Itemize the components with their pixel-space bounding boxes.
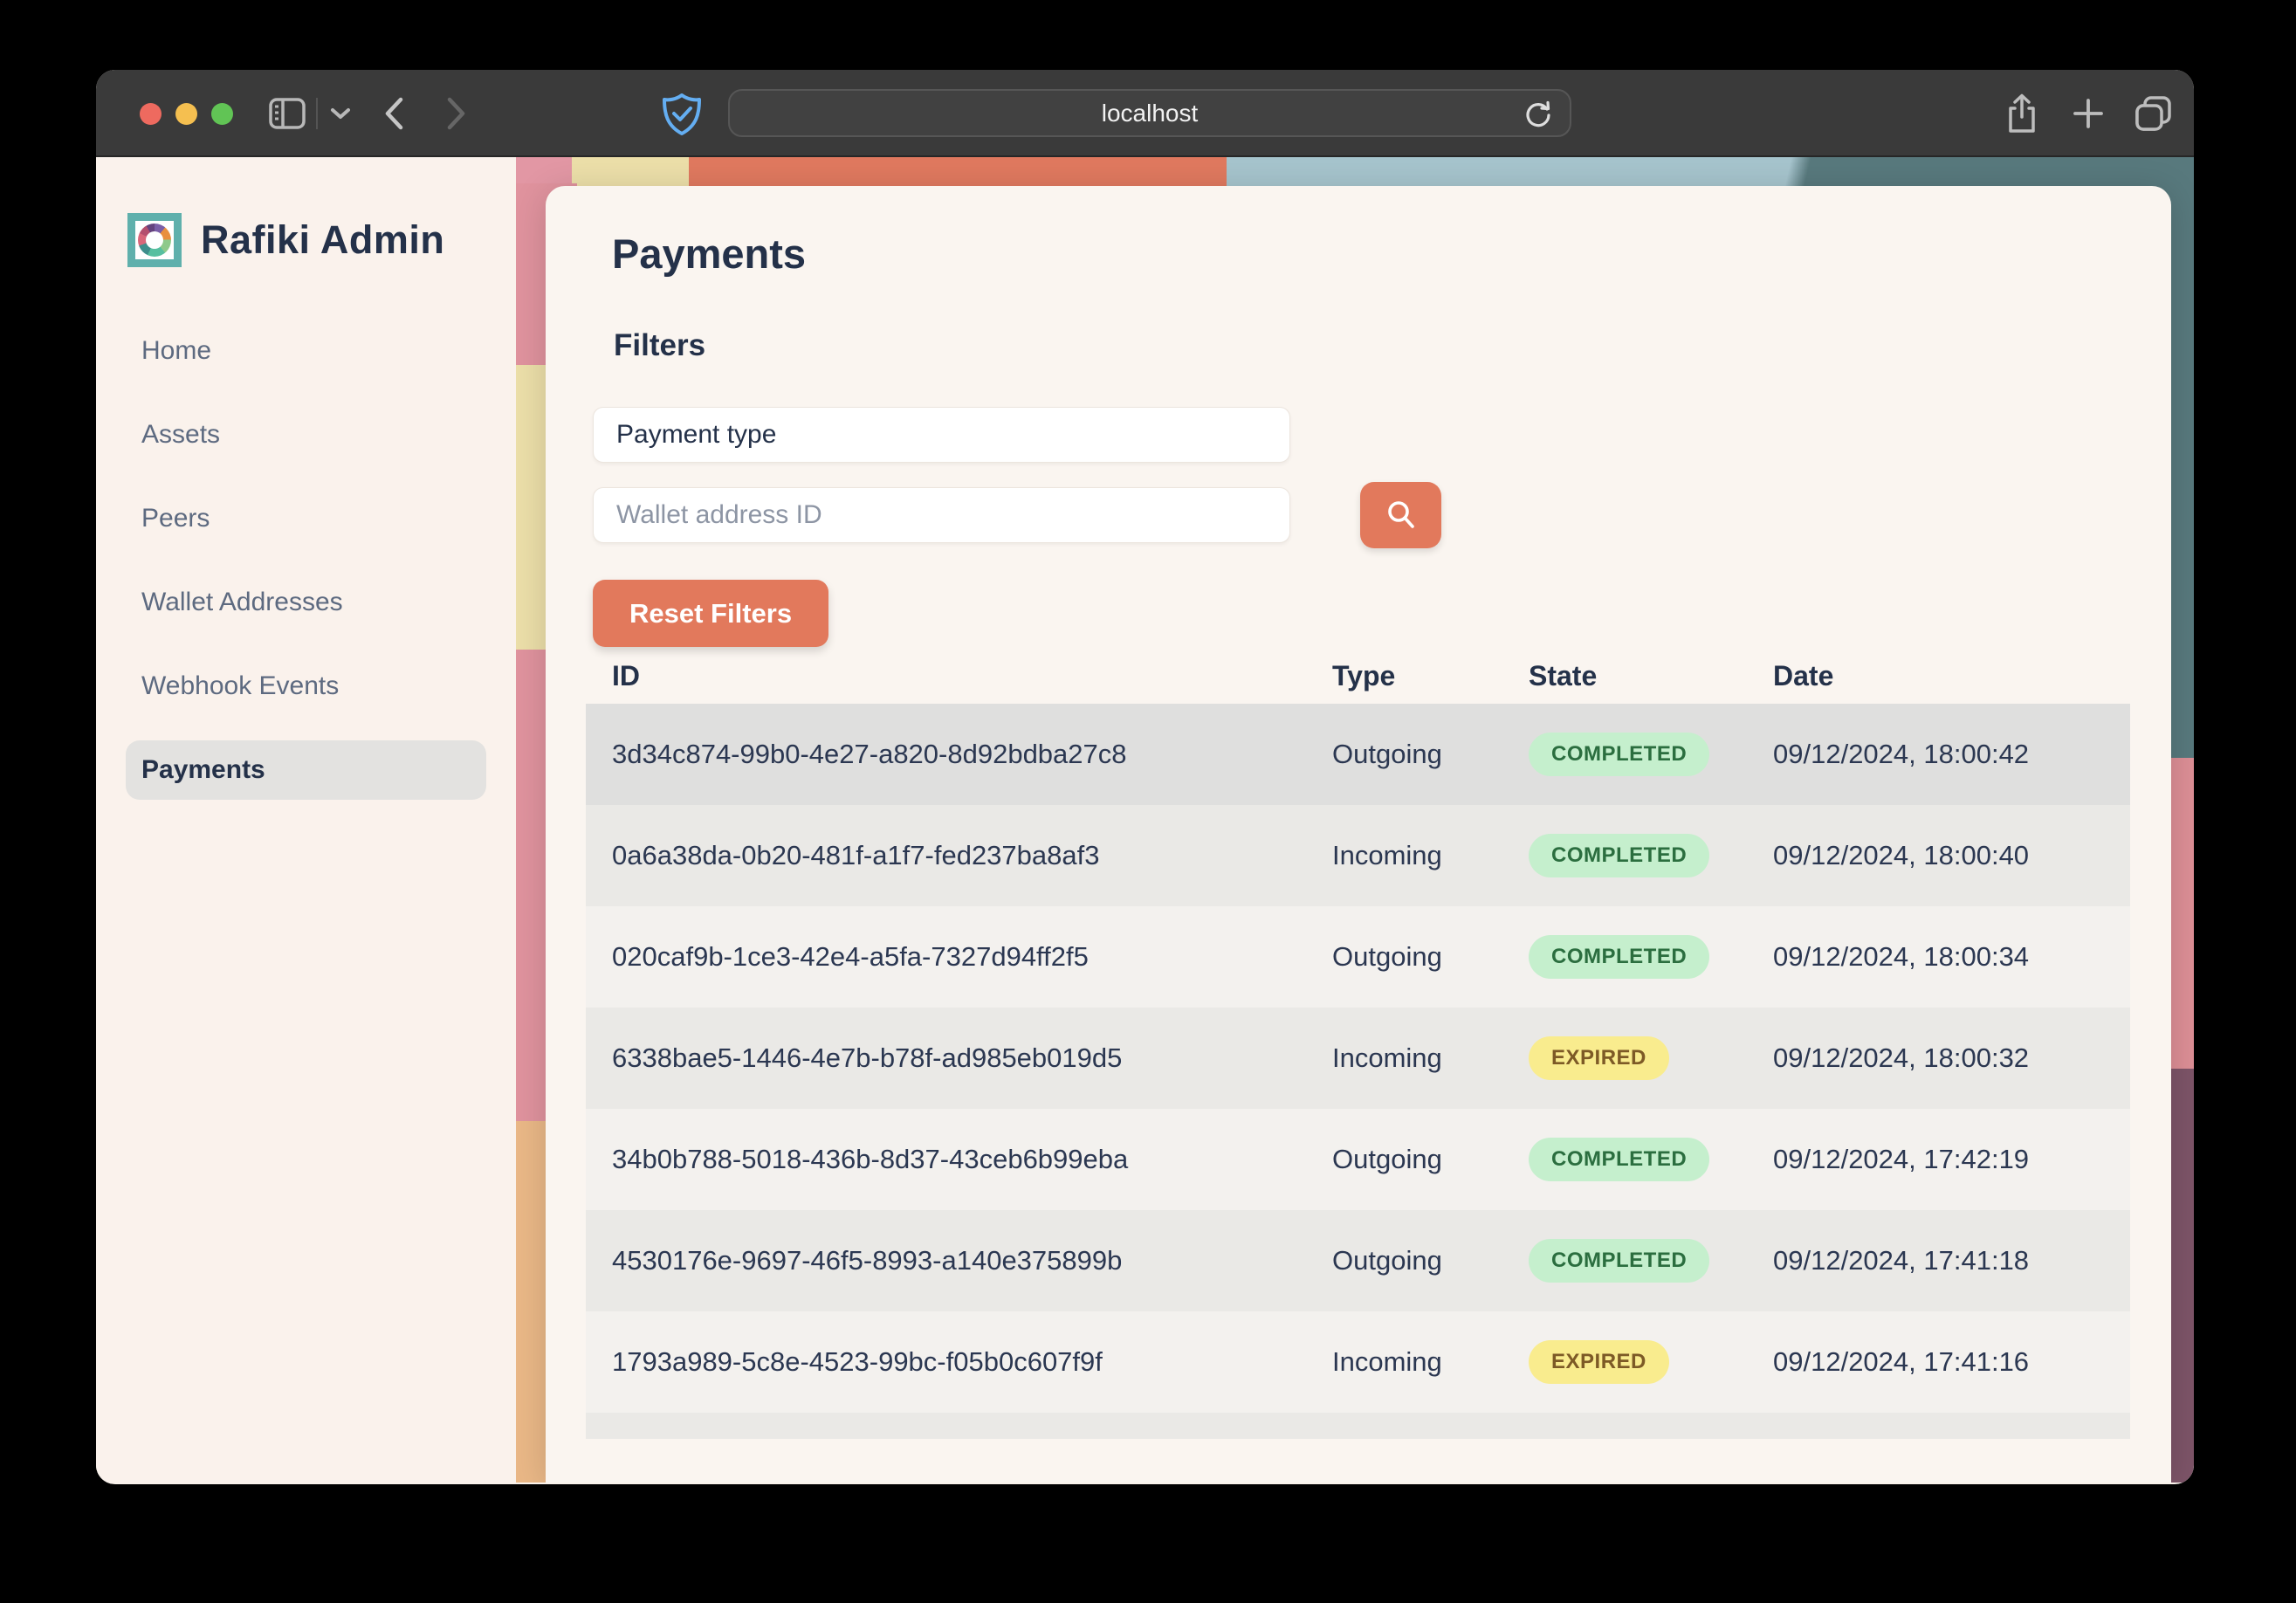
payment-type-value: Payment type: [616, 420, 776, 450]
browser-window: localhost: [96, 70, 2194, 1484]
address-bar-url: localhost: [1102, 100, 1199, 127]
table-body: 3d34c874-99b0-4e27-a820-8d92bdba27c8 Out…: [586, 704, 2131, 1439]
artwork-shape: [516, 157, 577, 187]
column-header-date: Date: [1773, 660, 2130, 692]
payment-date: 09/12/2024, 17:42:19: [1773, 1144, 2130, 1175]
page-title: Payments: [612, 230, 2131, 278]
table-row[interactable]: 1793a989-5c8e-4523-99bc-f05b0c607f9f Inc…: [586, 1311, 2130, 1413]
payment-id: 6338bae5-1446-4e7b-b78f-ad985eb019d5: [586, 1042, 1332, 1074]
payment-date: 09/12/2024, 18:00:42: [1773, 739, 2130, 770]
column-header-id: ID: [586, 660, 1332, 692]
back-button[interactable]: [382, 96, 405, 131]
payment-type: Incoming: [1332, 1346, 1529, 1378]
payment-date: 09/12/2024, 17:41:16: [1773, 1346, 2130, 1378]
column-header-state: State: [1529, 660, 1773, 692]
payment-id: 0a6a38da-0b20-481f-a1f7-fed237ba8af3: [586, 840, 1332, 871]
forward-button[interactable]: [445, 96, 468, 131]
traffic-lights: [140, 103, 233, 125]
sidebar-item-peers[interactable]: Peers: [126, 489, 486, 548]
filters-panel: Payment type Reset Filters: [593, 407, 2131, 616]
status-badge: EXPIRED: [1529, 1036, 1669, 1080]
payment-id: 4530176e-9697-46f5-8993-a140e375899b: [586, 1245, 1332, 1276]
brand: Rafiki Admin: [127, 213, 516, 267]
sidebar-item-home[interactable]: Home: [126, 321, 486, 381]
brand-name: Rafiki Admin: [201, 217, 444, 263]
table-row[interactable]: 4530176e-9697-46f5-8993-a140e375899b Out…: [586, 1210, 2130, 1311]
chevron-down-icon[interactable]: [330, 107, 351, 120]
artwork-shape: [572, 157, 689, 187]
rafiki-ring-icon: [138, 224, 171, 257]
table-row[interactable]: 6338bae5-1446-4e7b-b78f-ad985eb019d5 Inc…: [586, 1008, 2130, 1109]
payment-type: Outgoing: [1332, 941, 1529, 973]
table-header-row: ID Type State Date: [586, 648, 2130, 704]
table-row[interactable]: 34b0b788-5018-436b-8d37-43ceb6b99eba Out…: [586, 1109, 2130, 1210]
table-row[interactable]: 020caf9b-1ce3-42e4-a5fa-7327d94ff2f5 Out…: [586, 906, 2130, 1008]
reload-icon[interactable]: [1523, 100, 1554, 131]
main-content: Payments Filters Payment type Reset Filt…: [546, 186, 2171, 1483]
payment-type: Incoming: [1332, 1042, 1529, 1074]
rafiki-logo-icon: [127, 213, 182, 267]
filters-heading: Filters: [614, 328, 2131, 363]
search-button[interactable]: [1360, 482, 1441, 548]
status-badge: COMPLETED: [1529, 1239, 1709, 1283]
share-icon[interactable]: [2004, 93, 2039, 134]
status-badge: COMPLETED: [1529, 834, 1709, 877]
new-tab-icon[interactable]: [2071, 96, 2106, 131]
sidebar-item-assets[interactable]: Assets: [126, 405, 486, 464]
payment-type: Incoming: [1332, 840, 1529, 871]
payment-date: 09/12/2024, 18:00:40: [1773, 840, 2130, 871]
payment-type: Outgoing: [1332, 1144, 1529, 1175]
status-badge: COMPLETED: [1529, 733, 1709, 776]
search-icon: [1384, 498, 1419, 533]
status-badge: EXPIRED: [1529, 1340, 1669, 1384]
wallet-address-id-input[interactable]: [593, 487, 1290, 543]
artwork-shape: [1227, 157, 2194, 187]
webpage: Rafiki Admin Home Assets Peers Wallet Ad…: [96, 157, 2194, 1483]
payment-type-select[interactable]: Payment type: [593, 407, 1290, 463]
address-bar[interactable]: localhost: [728, 89, 1571, 137]
sidebar: Rafiki Admin Home Assets Peers Wallet Ad…: [96, 157, 516, 1483]
sidebar-toggle-icon[interactable]: [269, 98, 306, 129]
artwork-shape: [689, 157, 1227, 187]
payment-date: 09/12/2024, 18:00:34: [1773, 941, 2130, 973]
payment-date: 09/12/2024, 17:41:18: [1773, 1245, 2130, 1276]
payment-id: 1793a989-5c8e-4523-99bc-f05b0c607f9f: [586, 1346, 1332, 1378]
payment-type: Outgoing: [1332, 739, 1529, 770]
tab-overview-icon[interactable]: [2134, 94, 2174, 133]
table-row-partial[interactable]: [586, 1413, 2130, 1439]
payment-type: Outgoing: [1332, 1245, 1529, 1276]
zoom-window-button[interactable]: [211, 103, 233, 125]
reset-filters-button[interactable]: Reset Filters: [593, 580, 828, 647]
payment-id: 020caf9b-1ce3-42e4-a5fa-7327d94ff2f5: [586, 941, 1332, 973]
payment-id: 3d34c874-99b0-4e27-a820-8d92bdba27c8: [586, 739, 1332, 770]
sidebar-item-wallet-addresses[interactable]: Wallet Addresses: [126, 573, 486, 632]
payment-date: 09/12/2024, 18:00:32: [1773, 1042, 2130, 1074]
table-row[interactable]: 3d34c874-99b0-4e27-a820-8d92bdba27c8 Out…: [586, 704, 2130, 805]
payment-id: 34b0b788-5018-436b-8d37-43ceb6b99eba: [586, 1144, 1332, 1175]
privacy-shield-icon[interactable]: [662, 93, 702, 136]
minimize-window-button[interactable]: [175, 103, 197, 125]
sidebar-nav: Home Assets Peers Wallet Addresses Webho…: [96, 321, 516, 800]
payments-table: ID Type State Date 3d34c874-99b0-4e27-a8…: [586, 648, 2131, 1439]
sidebar-item-webhook-events[interactable]: Webhook Events: [126, 657, 486, 716]
close-window-button[interactable]: [140, 103, 162, 125]
browser-toolbar: localhost: [96, 70, 2194, 157]
status-badge: COMPLETED: [1529, 1138, 1709, 1181]
status-badge: COMPLETED: [1529, 935, 1709, 979]
column-header-type: Type: [1332, 660, 1529, 692]
sidebar-item-payments[interactable]: Payments: [126, 740, 486, 800]
table-row[interactable]: 0a6a38da-0b20-481f-a1f7-fed237ba8af3 Inc…: [586, 805, 2130, 906]
toolbar-divider: [316, 98, 318, 129]
